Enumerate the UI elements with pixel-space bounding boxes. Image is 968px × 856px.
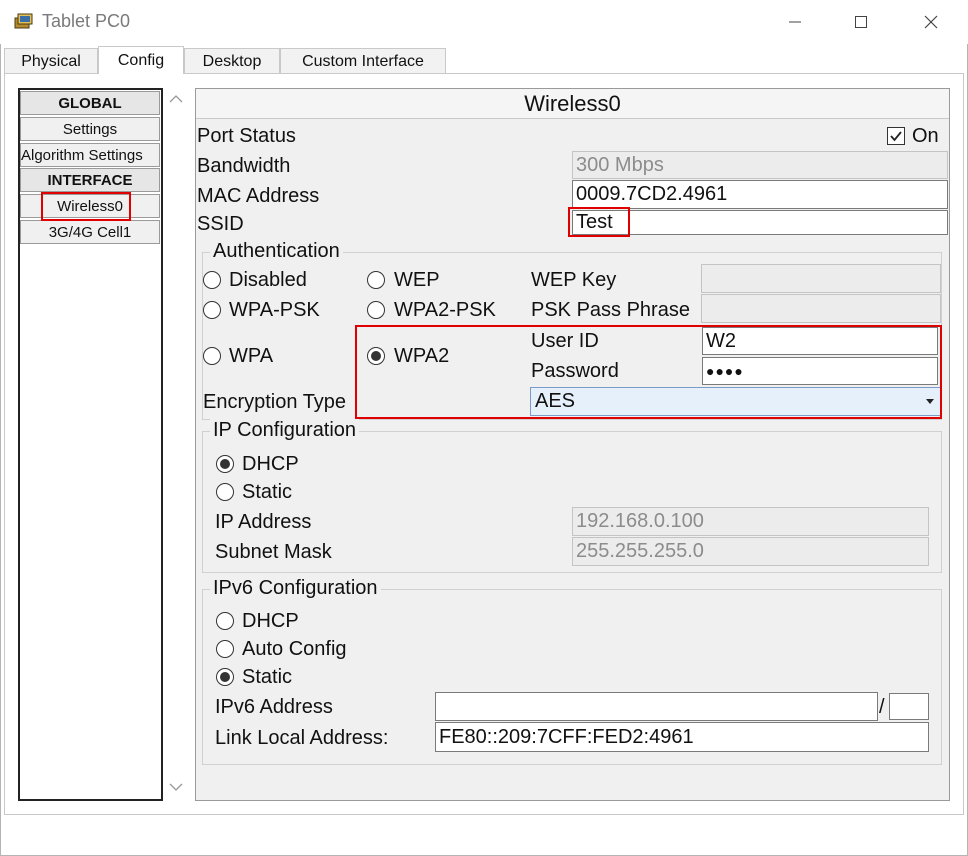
window-title: Tablet PC0 [42,11,131,31]
ipv6-configuration-title: IPv6 Configuration [210,577,381,600]
ipv6-address-field[interactable] [435,692,878,721]
tab-custom-interface[interactable]: Custom Interface [280,48,446,74]
auth-wpa2-psk-label: WPA2-PSK [394,299,496,321]
auth-disabled-label: Disabled [229,269,307,291]
ipv6-auto-config-label: Auto Config [242,638,347,660]
ipv6-auto-config-radio[interactable] [216,640,234,658]
port-status-on-label: On [912,125,939,147]
ssid-field[interactable]: Test [572,210,948,235]
sidebar-global-header: GLOBAL [20,91,160,115]
title-bar: Tablet PC0 [0,0,968,44]
tab-config[interactable]: Config [98,46,184,75]
sidebar-item-settings[interactable]: Settings [20,117,160,141]
ip-static-label: Static [242,481,293,503]
bandwidth-field: 300 Mbps [572,151,948,179]
wep-key-field [701,264,941,293]
close-button[interactable] [908,6,954,38]
ipv6-address-label: IPv6 Address [215,696,333,718]
auth-wpa-radio[interactable] [203,347,221,365]
radio-selected-dot [220,459,230,469]
sidebar-item-algorithm-settings[interactable]: Algorithm Settings [20,143,160,167]
password-label: Password [531,360,619,382]
auth-wpa-psk-label: WPA-PSK [229,299,320,321]
scroll-up-icon[interactable] [169,94,183,104]
encryption-type-label: Encryption Type [203,391,347,413]
ssid-label: SSID [197,213,244,235]
tablet-app-icon [12,10,36,34]
bandwidth-label: Bandwidth [197,155,291,177]
password-field[interactable]: ●●●● [702,357,938,385]
sidebar-interface-header: INTERFACE [20,168,160,192]
ipv6-static-label: Static [242,666,293,688]
auth-disabled-radio[interactable] [203,271,221,289]
subnet-mask-label: Subnet Mask [215,541,332,563]
active-tab-gap [99,72,183,75]
sidebar-item-3g4g-cell1[interactable]: 3G/4G Cell1 [20,220,160,244]
wep-key-label: WEP Key [531,269,617,291]
auth-wpa2-label: WPA2 [394,345,450,367]
auth-wpa2-psk-radio[interactable] [367,301,385,319]
maximize-icon [855,16,867,28]
scroll-down-icon[interactable] [169,782,183,792]
sidebar-scrollbar[interactable] [163,88,189,801]
minimize-icon [789,21,801,23]
maximize-button[interactable] [838,6,884,38]
auth-wep-radio[interactable] [367,271,385,289]
ipv6-dhcp-radio[interactable] [216,612,234,630]
radio-selected-dot [220,672,230,682]
ip-address-field: 192.168.0.100 [572,507,929,536]
tab-desktop[interactable]: Desktop [184,48,280,74]
ip-static-radio[interactable] [216,483,234,501]
auth-wpa-psk-radio[interactable] [203,301,221,319]
tab-physical[interactable]: Physical [4,48,98,74]
authentication-title: Authentication [210,240,343,263]
psk-pass-phrase-field [701,294,941,323]
radio-selected-dot [371,351,381,361]
minimize-button[interactable] [772,6,818,38]
mac-address-field[interactable]: 0009.7CD2.4961 [572,180,948,209]
psk-pass-phrase-label: PSK Pass Phrase [531,299,690,321]
close-icon [924,15,938,29]
auth-wep-label: WEP [394,269,440,291]
ipv6-prefix-separator: / [879,696,885,718]
checkmark-icon [890,131,902,142]
ip-dhcp-label: DHCP [242,453,299,475]
auth-wpa-label: WPA [229,345,274,367]
encryption-type-value: AES [535,390,576,412]
encryption-type-select[interactable]: AES [530,387,941,416]
sidebar-item-wireless0[interactable]: Wireless0 [20,194,160,218]
subnet-mask-field: 255.255.255.0 [572,537,929,566]
ip-dhcp-radio[interactable] [216,455,234,473]
ipv6-dhcp-label: DHCP [242,610,299,632]
user-id-label: User ID [531,330,599,352]
link-local-address-label: Link Local Address: [215,727,389,749]
link-local-address-field[interactable]: FE80::209:7CFF:FED2:4961 [435,722,929,752]
auth-wpa2-radio[interactable] [367,347,385,365]
ipv6-prefix-field[interactable] [889,693,929,720]
ipv6-static-radio[interactable] [216,668,234,686]
ip-configuration-title: IP Configuration [210,419,360,442]
port-status-label: Port Status [197,125,296,147]
panel-title: Wireless0 [196,89,949,119]
port-status-checkbox[interactable] [887,127,905,145]
mac-address-label: MAC Address [197,185,320,207]
dropdown-arrow-icon [926,399,934,404]
ip-address-label: IP Address [215,511,312,533]
user-id-field[interactable]: W2 [702,327,938,355]
